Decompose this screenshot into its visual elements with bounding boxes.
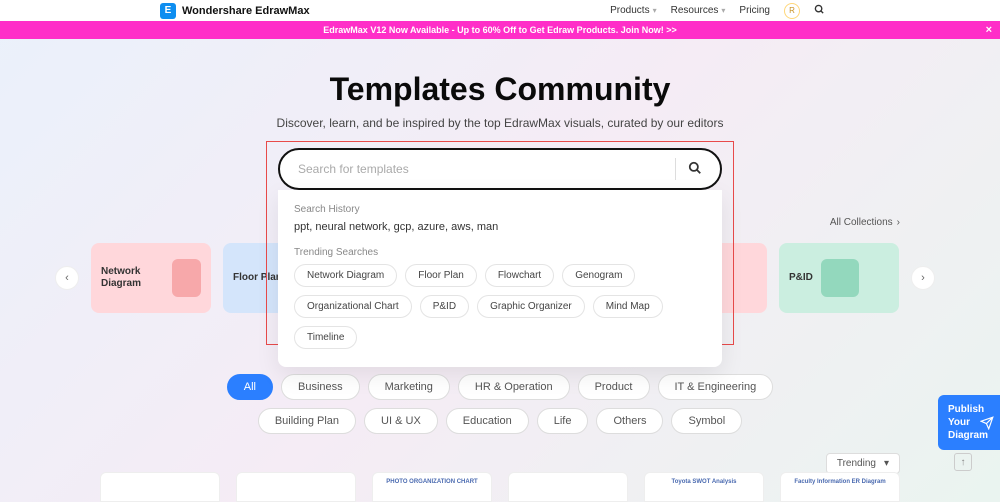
carousel-prev[interactable]: ‹ bbox=[55, 266, 79, 290]
card-pid[interactable]: P&ID bbox=[779, 243, 899, 313]
diagram-icon bbox=[172, 259, 201, 297]
caret-down-icon: ▾ bbox=[884, 458, 889, 469]
brand-text: Wondershare EdrawMax bbox=[182, 5, 310, 17]
filter-chip[interactable]: Product bbox=[578, 374, 650, 400]
search-bar bbox=[278, 148, 722, 190]
topbar: E Wondershare EdrawMax Products▾ Resourc… bbox=[0, 0, 1000, 21]
promo-banner[interactable]: EdrawMax V12 Now Available - Up to 60% O… bbox=[0, 21, 1000, 39]
filter-chip[interactable]: UI & UX bbox=[364, 408, 438, 434]
search-area: Search History ppt, neural network, gcp,… bbox=[278, 148, 722, 190]
filter-chip[interactable]: Education bbox=[446, 408, 529, 434]
trending-chip[interactable]: Genogram bbox=[562, 264, 635, 287]
brand-area: E Wondershare EdrawMax bbox=[160, 3, 310, 19]
template-card[interactable] bbox=[508, 472, 628, 502]
search-input[interactable] bbox=[298, 162, 663, 176]
sort-select[interactable]: Trending▾ bbox=[826, 453, 900, 474]
carousel-next[interactable]: › bbox=[911, 266, 935, 290]
divider bbox=[675, 158, 676, 180]
history-text[interactable]: ppt, neural network, gcp, azure, aws, ma… bbox=[294, 221, 706, 233]
trending-chip[interactable]: Flowchart bbox=[485, 264, 554, 287]
page-title: Templates Community bbox=[0, 71, 1000, 108]
trending-chip[interactable]: P&ID bbox=[420, 295, 469, 318]
history-heading: Search History bbox=[294, 204, 706, 215]
trending-chips: Network Diagram Floor Plan Flowchart Genogr… bbox=[294, 264, 706, 349]
template-card[interactable]: Toyota SWOT Analysis bbox=[644, 472, 764, 502]
search-dropdown: Search History ppt, neural network, gcp,… bbox=[278, 190, 722, 367]
page-subtitle: Discover, learn, and be inspired by the … bbox=[0, 116, 1000, 130]
card-network-diagram[interactable]: Network Diagram bbox=[91, 243, 211, 313]
filter-chip[interactable]: HR & Operation bbox=[458, 374, 570, 400]
template-card[interactable] bbox=[100, 472, 220, 502]
nav-products[interactable]: Products▾ bbox=[610, 5, 656, 16]
chevron-down-icon: ▾ bbox=[721, 6, 725, 15]
filter-chip[interactable]: Others bbox=[596, 408, 663, 434]
filter-chips: All Business Marketing HR & Operation Produc… bbox=[0, 374, 1000, 434]
filter-chip[interactable]: Symbol bbox=[671, 408, 742, 434]
trending-chip[interactable]: Organizational Chart bbox=[294, 295, 412, 318]
template-card[interactable]: Faculty Information ER Diagram bbox=[780, 472, 900, 502]
logo-icon: E bbox=[160, 3, 176, 19]
avatar[interactable]: R bbox=[784, 3, 800, 19]
template-card[interactable] bbox=[236, 472, 356, 502]
publish-button[interactable]: Publish Your Diagram bbox=[938, 395, 1000, 450]
trending-chip[interactable]: Network Diagram bbox=[294, 264, 397, 287]
chevron-right-icon: › bbox=[897, 217, 900, 228]
search-button[interactable] bbox=[688, 161, 702, 178]
nav-resources[interactable]: Resources▾ bbox=[671, 5, 726, 16]
search-icon[interactable] bbox=[814, 4, 825, 18]
template-card[interactable]: PHOTO ORGANIZATION CHART bbox=[372, 472, 492, 502]
filter-chip[interactable]: IT & Engineering bbox=[658, 374, 774, 400]
filter-chip[interactable]: Business bbox=[281, 374, 360, 400]
filter-chip[interactable]: Marketing bbox=[368, 374, 450, 400]
trending-chip[interactable]: Graphic Organizer bbox=[477, 295, 585, 318]
trending-heading: Trending Searches bbox=[294, 247, 706, 258]
hero: Templates Community Discover, learn, and… bbox=[0, 39, 1000, 190]
trending-chip[interactable]: Floor Plan bbox=[405, 264, 477, 287]
pid-icon bbox=[821, 259, 859, 297]
filter-chip[interactable]: Building Plan bbox=[258, 408, 356, 434]
filter-chip[interactable]: Life bbox=[537, 408, 589, 434]
scroll-top-button[interactable]: ↑ bbox=[954, 453, 972, 471]
banner-text: EdrawMax V12 Now Available - Up to 60% O… bbox=[323, 25, 676, 35]
all-collections-link[interactable]: All Collections› bbox=[830, 217, 900, 228]
close-icon[interactable]: × bbox=[986, 24, 992, 36]
topnav: Products▾ Resources▾ Pricing R bbox=[610, 3, 825, 19]
trending-chip[interactable]: Timeline bbox=[294, 326, 357, 349]
chevron-down-icon: ▾ bbox=[653, 6, 657, 15]
template-grid: PHOTO ORGANIZATION CHART Toyota SWOT Ana… bbox=[0, 472, 1000, 502]
trending-chip[interactable]: Mind Map bbox=[593, 295, 663, 318]
send-icon bbox=[980, 416, 994, 430]
nav-pricing[interactable]: Pricing bbox=[739, 5, 770, 16]
filter-chip[interactable]: All bbox=[227, 374, 273, 400]
